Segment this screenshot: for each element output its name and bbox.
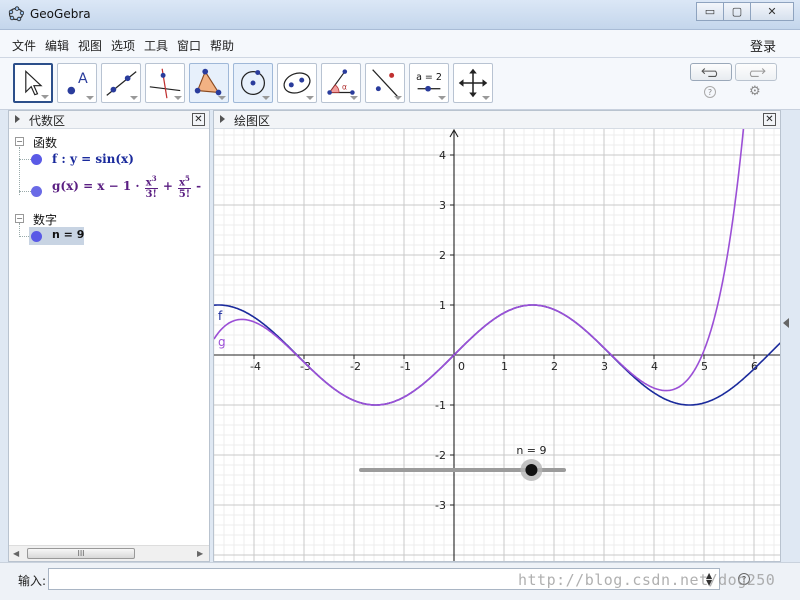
function-plot[interactable]: -4 -3 -2 -1 0 1 2 3 4 5 64321-1-2-3fgn = 9 [214,129,781,561]
maximize-button[interactable]: ▢ [723,2,751,21]
menu-window[interactable]: 窗口 [177,37,201,54]
g-fraction-x5: x5 5! [178,174,191,201]
g-plus-sign: + [162,179,173,194]
move-graphics-tool[interactable] [453,63,493,103]
svg-text:A: A [78,71,88,87]
maximize-icon: ▢ [731,5,743,18]
undo-icon [701,68,718,77]
curve-f-label: f [218,309,223,323]
polygon-tool[interactable] [189,63,229,103]
close-algebra-view-button[interactable]: ✕ [192,113,205,126]
algebra-view-title: 代数区 [29,114,66,128]
visibility-dot-f[interactable] [31,154,42,165]
x-tick-label: -2 [350,360,361,373]
menu-edit[interactable]: 编辑 [45,37,69,54]
g-expression-tail: - [196,179,202,194]
x-tick-label: 1 [501,360,508,373]
scroll-left-arrow-icon[interactable]: ◀ [13,549,19,558]
x-tick-label: 4 [651,360,658,373]
category-numbers: 数字 [33,213,58,227]
line-tool[interactable] [101,63,141,103]
algebra-horizontal-scrollbar[interactable]: ◀ III ▶ [9,545,209,561]
collapse-arrow-icon[interactable] [220,115,225,123]
input-label: 输入: [18,574,47,588]
login-link[interactable]: 登录 [750,36,776,55]
x-tick-label: 5 [701,360,708,373]
function-f-expression[interactable]: f : y = sin(x) [52,152,134,166]
reflect-tool[interactable] [365,63,405,103]
expand-side-panel-icon[interactable] [783,318,789,328]
window-title: GeoGebra [30,7,91,21]
undo-button[interactable] [690,63,732,81]
menu-options[interactable]: 选项 [111,37,135,54]
menu-help[interactable]: 帮助 [210,37,234,54]
x-tick-label: -4 [250,360,261,373]
g-fraction-x3: x3 3! [144,174,158,201]
gear-icon[interactable]: ⚙ [749,84,761,99]
point-tool[interactable]: A [57,63,97,103]
graphics-view[interactable]: 绘图区 ✕ -4 -3 -2 -1 0 1 2 3 4 5 6 4 3 2 1 -1 -2 -3 f g n = 9 [213,110,781,562]
x-tick-label: 3 [601,360,608,373]
menu-bar: 文件 编辑 视图 选项 工具 窗口 帮助 登录 [0,30,800,58]
conic-tool[interactable] [277,63,317,103]
perpendicular-tool[interactable] [145,63,185,103]
y-tick-label: 1 [439,299,446,312]
move-tool[interactable] [13,63,53,103]
category-functions: 函数 [33,136,58,150]
menu-view[interactable]: 视图 [78,37,102,54]
x-tick-label: 2 [551,360,558,373]
x-tick-label: -1 [400,360,411,373]
y-tick-label: 3 [439,199,446,212]
geogebra-logo-icon [8,6,24,22]
redo-icon [749,68,766,77]
minimize-button[interactable]: ▭ [696,2,724,21]
collapse-arrow-icon[interactable] [15,115,20,123]
scrollbar-thumb[interactable]: III [27,548,135,559]
watermark-text: http://blog.csdn.net/dog250 [518,571,776,589]
function-g-expression[interactable]: g(x) = x − 1 · x3 3! + x5 5! - [52,173,201,200]
slider-tool[interactable]: a = 2 [409,63,449,103]
x-tick-label: 0 [458,360,465,373]
y-tick-label: -3 [435,499,446,512]
menu-file[interactable]: 文件 [12,37,36,54]
visibility-dot-n[interactable] [31,231,42,242]
y-tick-label: 2 [439,249,446,262]
title-bar: GeoGebra ▭ ▢ ✕ [0,0,800,30]
svg-text:α: α [342,83,347,92]
close-graphics-view-button[interactable]: ✕ [763,113,776,126]
graphics-view-title: 绘图区 [234,114,271,128]
g-expression-prefix: g(x) = x − 1 · [52,179,140,194]
y-tick-label: -1 [435,399,446,412]
menu-tools[interactable]: 工具 [144,37,168,54]
y-tick-label: 4 [439,149,446,162]
number-n-expression[interactable]: n = 9 [52,228,84,241]
collapse-numbers-toggle[interactable]: − [15,214,24,223]
svg-text:a = 2: a = 2 [416,72,442,83]
close-icon: ✕ [767,5,777,18]
visibility-dot-g[interactable] [31,186,42,197]
collapse-functions-toggle[interactable]: − [15,137,24,146]
angle-tool[interactable]: α [321,63,361,103]
curve-g-label: g [218,335,226,349]
scroll-right-arrow-icon[interactable]: ▶ [197,549,203,558]
y-tick-label: -2 [435,449,446,462]
close-window-button[interactable]: ✕ [750,2,794,21]
help-icon[interactable]: ? [704,86,716,98]
algebra-view-header: 代数区 ✕ [9,111,209,129]
slider-n-label: n = 9 [516,444,546,457]
redo-button[interactable] [735,63,777,81]
slider-n-knob [525,464,538,476]
toolbar: A α a = 2 ? ⚙ [0,58,800,110]
minimize-icon: ▭ [704,5,716,18]
circle-tool[interactable] [233,63,273,103]
graphics-view-header: 绘图区 ✕ [214,111,780,129]
algebra-view: 代数区 ✕ − − 函数 f : y = sin(x) g(x) = x − 1… [8,110,210,562]
